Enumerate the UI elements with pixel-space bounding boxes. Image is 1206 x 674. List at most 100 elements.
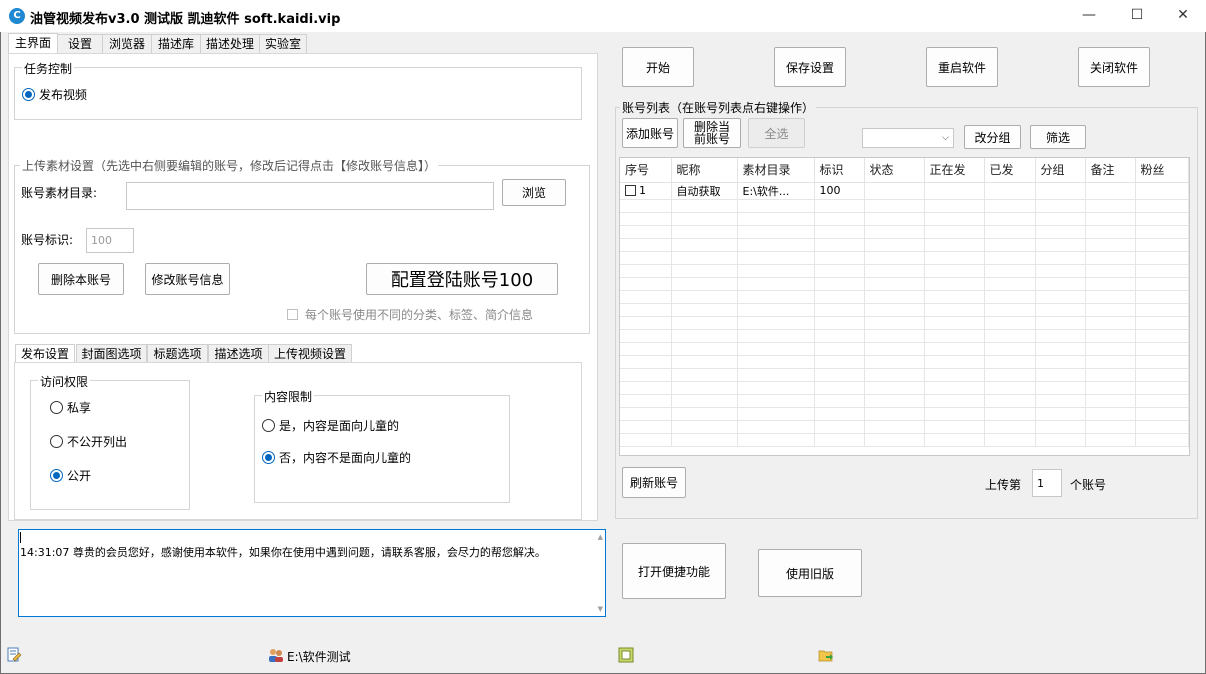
modify-account-button[interactable]: 修改账号信息: [145, 263, 230, 295]
table-cell: [864, 355, 925, 369]
empty-table-row: [620, 433, 1189, 447]
table-cell: [984, 290, 1036, 304]
row-checkbox-icon[interactable]: [625, 185, 636, 196]
table-cell: [671, 342, 738, 356]
account-id-input[interactable]: 100: [86, 228, 134, 253]
table-row[interactable]: 1 自动获取 E:\软件... 100: [620, 182, 1189, 200]
table-cell: [1035, 355, 1086, 369]
filter-button[interactable]: 筛选: [1030, 125, 1086, 149]
delete-account-button[interactable]: 删除本账号: [38, 263, 124, 295]
save-settings-button[interactable]: 保存设置: [774, 47, 846, 87]
column-header[interactable]: 备注: [1085, 158, 1136, 183]
tab-description-processing[interactable]: 描述处理: [200, 34, 260, 54]
table-cell: [620, 420, 672, 434]
table-cell: [864, 277, 925, 291]
chevron-down-icon: ⌵: [942, 133, 949, 143]
access-unlisted-radio[interactable]: 不公开列出: [50, 433, 127, 450]
column-header[interactable]: 序号: [620, 158, 672, 183]
group-dropdown[interactable]: ⌵: [862, 128, 954, 148]
empty-table-row: [620, 420, 1189, 434]
browse-button[interactable]: 浏览: [502, 179, 566, 206]
column-header[interactable]: 素材目录: [737, 158, 815, 183]
publish-video-radio[interactable]: 发布视频: [22, 86, 87, 103]
use-old-version-button[interactable]: 使用旧版: [758, 549, 862, 597]
table-cell: [1035, 290, 1086, 304]
subtab-title-options[interactable]: 标题选项: [147, 344, 208, 364]
table-cell: [1035, 342, 1086, 356]
config-login-account-button[interactable]: 配置登陆账号100: [366, 263, 558, 295]
table-cell: [671, 355, 738, 369]
table-cell: [737, 277, 815, 291]
table-cell: [737, 342, 815, 356]
access-private-radio[interactable]: 私享: [50, 399, 91, 416]
table-cell: [737, 225, 815, 239]
subtab-cover-options[interactable]: 封面图选项: [76, 344, 147, 364]
table-cell: [620, 251, 672, 265]
table-header-row: 序号 昵称 素材目录 标识 状态 正在发 已发 分组 备注 粉丝: [620, 158, 1189, 183]
tab-browser[interactable]: 浏览器: [102, 34, 152, 54]
table-cell: [1035, 381, 1086, 395]
tab-main[interactable]: 主界面: [8, 33, 58, 55]
tab-description-library[interactable]: 描述库: [151, 34, 201, 54]
table-cell: [620, 368, 672, 382]
column-header[interactable]: 正在发: [924, 158, 985, 183]
table-cell: [984, 407, 1036, 421]
table-cell: [620, 290, 672, 304]
close-window-button[interactable]: ✕: [1160, 0, 1206, 30]
change-group-button[interactable]: 改分组: [964, 125, 1021, 149]
account-dir-input[interactable]: [126, 182, 494, 210]
account-table[interactable]: 序号 昵称 素材目录 标识 状态 正在发 已发 分组 备注 粉丝 1 自动获取 …: [619, 157, 1190, 456]
table-cell: [671, 264, 738, 278]
scroll-up-icon[interactable]: ▲: [598, 533, 603, 541]
upload-account-index-input[interactable]: 1: [1032, 469, 1062, 497]
open-quick-functions-button[interactable]: 打开便捷功能: [622, 543, 726, 599]
scroll-down-icon[interactable]: ▼: [598, 605, 603, 613]
table-cell: [620, 303, 672, 317]
start-button[interactable]: 开始: [622, 47, 694, 87]
table-cell: [984, 394, 1036, 408]
empty-table-row: [620, 225, 1189, 239]
column-header[interactable]: 粉丝: [1135, 158, 1189, 183]
close-software-button[interactable]: 关闭软件: [1078, 47, 1150, 87]
per-account-checkbox[interactable]: 每个账号使用不同的分类、标签、简介信息: [287, 306, 533, 323]
subtab-description-options[interactable]: 描述选项: [208, 344, 269, 364]
add-account-button[interactable]: 添加账号: [622, 118, 678, 148]
edit-document-icon[interactable]: [6, 647, 22, 663]
document-box-icon[interactable]: [618, 647, 634, 663]
column-header[interactable]: 昵称: [671, 158, 738, 183]
column-header[interactable]: 已发: [984, 158, 1036, 183]
table-cell: [1085, 290, 1136, 304]
table-cell: [814, 381, 865, 395]
subtab-upload-video-settings[interactable]: 上传视频设置: [268, 344, 352, 364]
table-cell: [1135, 199, 1189, 213]
table-cell: [671, 368, 738, 382]
table-cell: [814, 342, 865, 356]
column-header[interactable]: 分组: [1035, 158, 1086, 183]
table-cell: [814, 264, 865, 278]
tab-lab[interactable]: 实验室: [259, 34, 307, 54]
minimize-button[interactable]: —: [1066, 0, 1112, 30]
table-cell: [1135, 420, 1189, 434]
column-header[interactable]: 标识: [814, 158, 865, 183]
tab-settings[interactable]: 设置: [57, 34, 103, 54]
access-public-radio[interactable]: 公开: [50, 467, 91, 484]
log-textarea[interactable]: 14:31:07 尊贵的会员您好，感谢使用本软件，如果你在使用中遇到问题，请联系…: [18, 529, 606, 617]
table-cell: [737, 264, 815, 278]
column-header[interactable]: 状态: [864, 158, 925, 183]
made-for-kids-yes-radio[interactable]: 是，内容是面向儿童的: [262, 417, 399, 434]
users-icon[interactable]: [268, 647, 284, 663]
restart-software-button[interactable]: 重启软件: [926, 47, 998, 87]
table-cell: [924, 368, 985, 382]
table-cell: [1085, 407, 1136, 421]
table-cell: [671, 381, 738, 395]
table-cell: [814, 303, 865, 317]
table-cell: [864, 394, 925, 408]
folder-arrow-icon[interactable]: [818, 647, 834, 663]
table-cell: [1085, 316, 1136, 330]
made-for-kids-no-radio[interactable]: 否，内容不是面向儿童的: [262, 449, 411, 466]
table-cell: [1135, 225, 1189, 239]
refresh-accounts-button[interactable]: 刷新账号: [622, 467, 686, 498]
maximize-button[interactable]: ☐: [1114, 0, 1160, 30]
select-all-button[interactable]: 全选: [748, 118, 805, 148]
delete-current-account-button[interactable]: 删除当前账号: [683, 118, 741, 148]
